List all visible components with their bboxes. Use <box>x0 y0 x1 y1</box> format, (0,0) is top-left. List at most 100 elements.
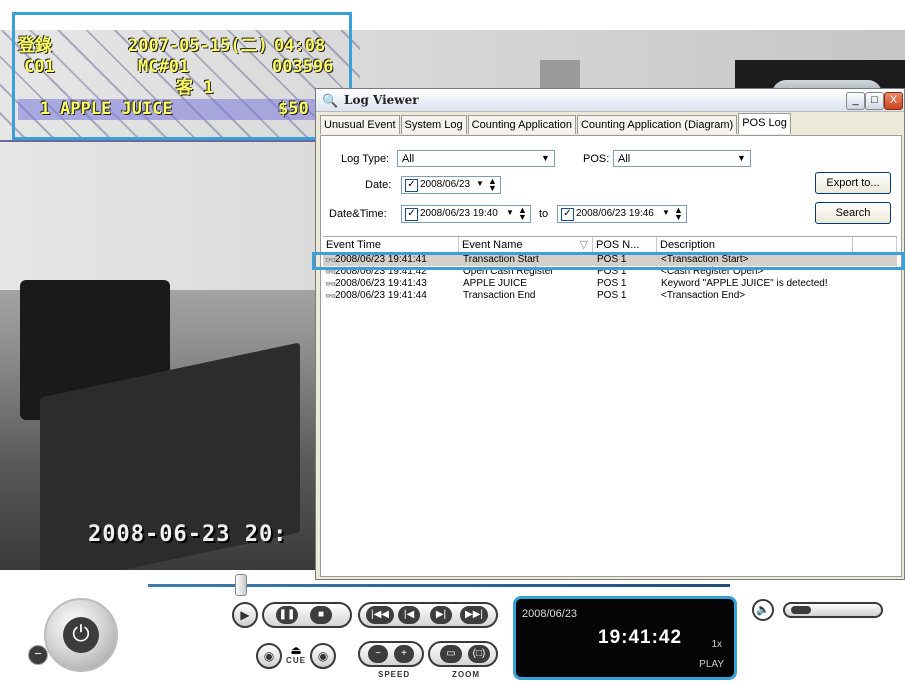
lcd-time: 19:41:42 <box>598 627 683 648</box>
export-button[interactable]: Export to... <box>815 172 891 194</box>
next-frame-button[interactable]: ▶| <box>430 606 452 624</box>
row-desc: Keyword "APPLE JUICE" is detected! <box>661 278 828 289</box>
cue-in-icon: ◉ <box>263 649 275 663</box>
calendar-dropdown-icon[interactable]: ▼ <box>506 208 514 217</box>
column-header-event-time[interactable]: Event Time <box>323 237 459 253</box>
chevron-down-icon: ▼ <box>734 152 749 165</box>
minimize-app-button[interactable]: − <box>28 645 48 665</box>
play-button[interactable]: ▶ <box>232 602 258 628</box>
log-type-select[interactable]: All ▼ <box>397 150 555 167</box>
pos-value: All <box>618 153 631 165</box>
datetime-to-value: 2008/06/23 19:46 <box>576 208 654 219</box>
first-frame-button[interactable]: |◀◀ <box>366 606 394 624</box>
datetime-from-value: 2008/06/23 19:40 <box>420 208 498 219</box>
table-row[interactable]: 👓 2008/06/23 19:41:43 APPLE JUICE POS 1 … <box>323 278 897 290</box>
tab-counting-application[interactable]: Counting Application <box>467 115 576 134</box>
zoom-actual-button[interactable]: (□) <box>468 645 490 663</box>
maximize-button[interactable]: □ <box>865 92 884 110</box>
speed-control-group: − + <box>358 641 424 667</box>
lcd-mode: PLAY <box>699 659 724 670</box>
cue-icon: ⏏ CUE <box>284 644 308 670</box>
tab-unusual-event[interactable]: Unusual Event <box>320 115 400 134</box>
speaker-icon[interactable]: 🔈 <box>752 599 774 621</box>
datetime-from-checkbox[interactable]: ✓ <box>405 208 418 221</box>
pos-log-panel: Log Type: All ▼ POS: All ▼ Export to... … <box>320 135 902 577</box>
minimize-button[interactable]: _ <box>846 92 865 110</box>
tab-counting-application-diagram[interactable]: Counting Application (Diagram) <box>576 115 738 134</box>
to-label: to <box>539 208 549 220</box>
column-header-event-name-label: Event Name <box>462 239 523 251</box>
calendar-dropdown-icon[interactable]: ▼ <box>476 179 484 188</box>
lcd-speed: 1x <box>711 639 722 650</box>
speed-up-button[interactable]: + <box>394 645 414 663</box>
date-picker[interactable]: ✓ 2008/06/23 ▼ ▲ ▼ <box>401 176 501 194</box>
cue-out-icon: ◉ <box>317 649 329 663</box>
previous-frame-button[interactable]: |◀ <box>398 606 420 624</box>
spin-icon[interactable]: ▲ ▼ <box>488 177 497 193</box>
row-time: 2008/06/23 19:41:43 <box>335 278 427 289</box>
app-icon: 🔍 <box>322 93 339 108</box>
lcd-date: 2008/06/23 <box>522 608 578 620</box>
tab-pos-log[interactable]: POS Log <box>738 113 791 134</box>
spin-icon[interactable]: ▲ ▼ <box>674 206 683 222</box>
row-pos: POS 1 <box>597 278 627 289</box>
date-checkbox[interactable]: ✓ <box>405 179 418 192</box>
sort-arrow-icon: ▽ <box>579 239 588 251</box>
row-name: APPLE JUICE <box>463 278 527 289</box>
video-timestamp: 2008-06-23 20: <box>88 522 288 547</box>
datetime-from-picker[interactable]: ✓ 2008/06/23 19:40 ▼ ▲ ▼ <box>401 205 531 223</box>
power-icon: ⏻ <box>63 617 99 653</box>
speed-down-button[interactable]: − <box>368 645 388 663</box>
frame-control-group: |◀◀ |◀ ▶| ▶▶| <box>358 602 498 628</box>
search-button[interactable]: Search <box>815 202 891 224</box>
playback-control-group: ❚❚ ■ <box>262 602 352 628</box>
stop-button[interactable]: ■ <box>310 606 332 624</box>
row-name: Transaction End <box>463 290 536 301</box>
column-header-event-name[interactable]: Event Name ▽ <box>459 237 593 253</box>
last-frame-button[interactable]: ▶▶| <box>460 606 488 624</box>
cue-in-button[interactable]: ◉ <box>256 643 282 669</box>
datetime-label: Date&Time: <box>329 208 387 220</box>
log-type-label: Log Type: <box>341 153 390 165</box>
osd-highlight-box <box>12 12 352 140</box>
volume-knob[interactable] <box>791 606 811 614</box>
play-icon: ▶ <box>240 608 250 622</box>
speed-label: SPEED <box>378 670 411 679</box>
row-desc: <Transaction End> <box>661 290 746 301</box>
chevron-down-icon: ▼ <box>538 152 553 165</box>
pause-button[interactable]: ❚❚ <box>276 606 298 624</box>
cue-out-button[interactable]: ◉ <box>310 643 336 669</box>
volume-slider[interactable] <box>783 602 883 618</box>
cue-label: CUE <box>286 656 306 665</box>
playback-lcd-display: 2008/06/23 19:41:42 1x PLAY <box>513 596 737 680</box>
power-button[interactable]: ⏻ <box>44 598 118 672</box>
date-label: Date: <box>365 179 392 191</box>
zoom-label: ZOOM <box>452 670 480 679</box>
event-list[interactable]: Event Time Event Name ▽ POS N... Descrip… <box>323 236 897 533</box>
datetime-to-checkbox[interactable]: ✓ <box>561 208 574 221</box>
pos-label: POS: <box>583 153 610 165</box>
column-header-extra <box>853 237 897 253</box>
log-type-value: All <box>402 153 415 165</box>
zoom-fit-button[interactable]: ▭ <box>440 645 462 663</box>
date-value: 2008/06/23 <box>420 179 471 190</box>
selected-row-highlight-box <box>312 252 905 270</box>
calendar-dropdown-icon[interactable]: ▼ <box>662 208 670 217</box>
spin-icon[interactable]: ▲ ▼ <box>518 206 527 222</box>
window-title: Log Viewer <box>344 93 419 107</box>
eject-icon: ⏏ <box>290 643 302 657</box>
pos-select[interactable]: All ▼ <box>613 150 751 167</box>
column-header-description[interactable]: Description <box>657 237 853 253</box>
close-button[interactable]: X <box>884 92 903 110</box>
zoom-control-group: ▭ (□) <box>428 641 498 667</box>
tab-system-log[interactable]: System Log <box>400 115 467 134</box>
datetime-to-picker[interactable]: ✓ 2008/06/23 19:46 ▼ ▲ ▼ <box>557 205 687 223</box>
column-header-pos-number[interactable]: POS N... <box>593 237 657 253</box>
log-viewer-titlebar[interactable]: 🔍 Log Viewer _ □ X <box>316 89 904 112</box>
tab-bar: Unusual Event System Log Counting Applic… <box>320 113 792 135</box>
table-row[interactable]: 👓 2008/06/23 19:41:44 Transaction End PO… <box>323 290 897 302</box>
seek-handle[interactable] <box>235 574 248 596</box>
row-time: 2008/06/23 19:41:44 <box>335 290 427 301</box>
row-pos: POS 1 <box>597 290 627 301</box>
log-viewer-window[interactable]: 🔍 Log Viewer _ □ X Unusual Event System … <box>315 88 905 580</box>
